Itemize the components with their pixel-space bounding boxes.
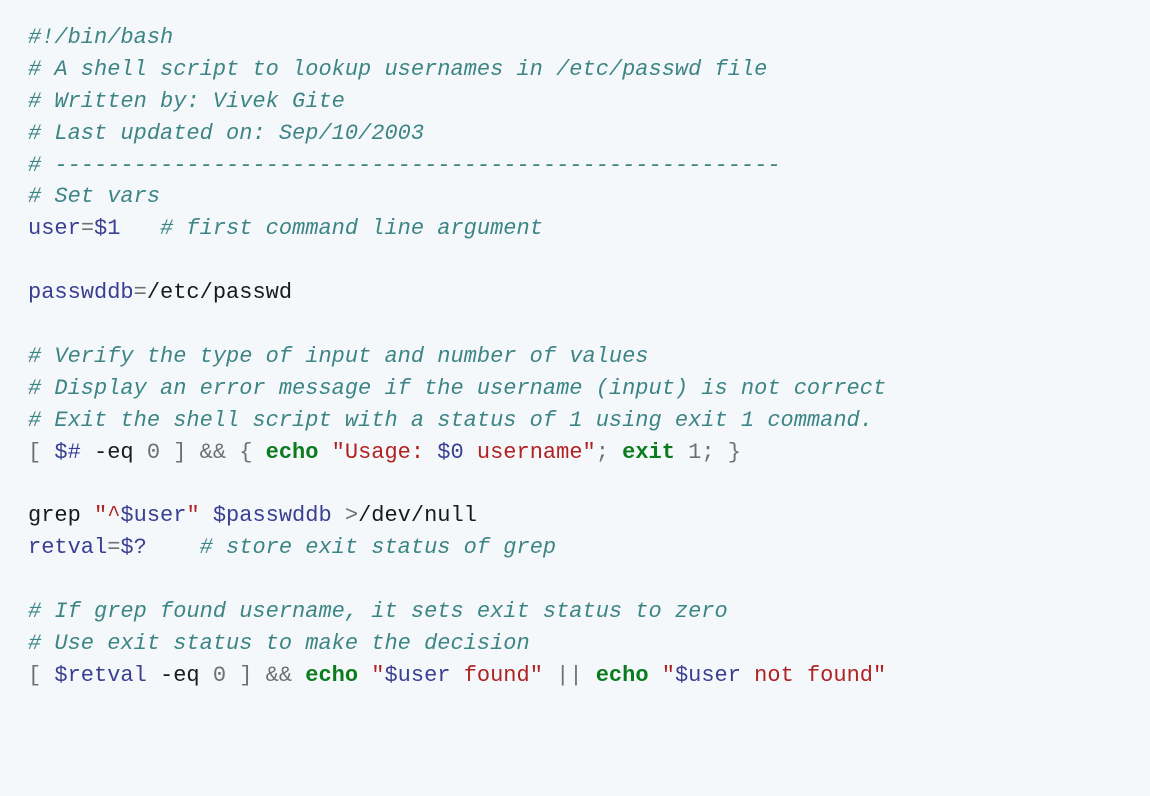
op-eq: = [81, 216, 94, 241]
dev-null: /dev/null [358, 503, 477, 528]
comment-verify2: # Display an error message if the userna… [28, 376, 886, 401]
str-usage1: "Usage: [332, 440, 438, 465]
var-user-exp: $user [120, 503, 186, 528]
op-eq: = [107, 535, 120, 560]
opt-eq: -eq [94, 440, 134, 465]
var-retval-exp: $retval [54, 663, 146, 688]
str-usage2: username" [464, 440, 596, 465]
str-q1: " [371, 663, 384, 688]
comment-setvars: # Set vars [28, 184, 160, 209]
var-passwddb-exp: $passwddb [213, 503, 332, 528]
op-semi: ; [596, 440, 622, 465]
arg1: $1 [94, 216, 120, 241]
op-or: || [543, 663, 596, 688]
bracket-open: [ [28, 440, 54, 465]
var-retval: retval [28, 535, 107, 560]
comment-sep: # --------------------------------------… [28, 153, 781, 178]
comment-verify3: # Exit the shell script with a status of… [28, 408, 873, 433]
op-and: && [186, 440, 239, 465]
op-semi: ; [701, 440, 727, 465]
builtin-echo: echo [596, 663, 649, 688]
var-passwddb: passwddb [28, 280, 134, 305]
op-redir: > [345, 503, 358, 528]
str-pat2: " [186, 503, 199, 528]
str-found: found" [451, 663, 543, 688]
cmd-grep: grep [28, 503, 81, 528]
var-user-exp: $user [675, 663, 741, 688]
comment-shebang: #!/bin/bash [28, 25, 173, 50]
brace-close: } [728, 440, 741, 465]
var-arg0: $0 [437, 440, 463, 465]
bracket-close: ] [160, 440, 186, 465]
comment-author: # Written by: Vivek Gite [28, 89, 345, 114]
num-1: 1 [688, 440, 701, 465]
op-eq: = [134, 280, 147, 305]
argc: $# [54, 440, 80, 465]
comment-found2: # Use exit status to make the decision [28, 631, 530, 656]
sp [120, 216, 160, 241]
builtin-exit: exit [622, 440, 675, 465]
op-and: && [252, 663, 305, 688]
brace-open: { [239, 440, 265, 465]
comment-desc: # A shell script to lookup usernames in … [28, 57, 767, 82]
var-status: $? [120, 535, 146, 560]
code-block: #!/bin/bash # A shell script to lookup u… [0, 0, 1150, 714]
builtin-echo: echo [266, 440, 319, 465]
num-0: 0 [213, 663, 226, 688]
comment-arg: # first command line argument [160, 216, 543, 241]
builtin-echo: echo [305, 663, 358, 688]
path-passwd: /etc/passwd [147, 280, 292, 305]
comment-verify1: # Verify the type of input and number of… [28, 344, 649, 369]
bracket-close: ] [226, 663, 252, 688]
str-notfound: not found" [741, 663, 886, 688]
str-q3: " [662, 663, 675, 688]
num-0: 0 [147, 440, 160, 465]
var-user-exp: $user [384, 663, 450, 688]
var-user: user [28, 216, 81, 241]
opt-eq: -eq [160, 663, 200, 688]
comment-found1: # If grep found username, it sets exit s… [28, 599, 728, 624]
comment-store: # store exit status of grep [200, 535, 556, 560]
comment-date: # Last updated on: Sep/10/2003 [28, 121, 424, 146]
bracket-open: [ [28, 663, 54, 688]
str-pat1: "^ [94, 503, 120, 528]
